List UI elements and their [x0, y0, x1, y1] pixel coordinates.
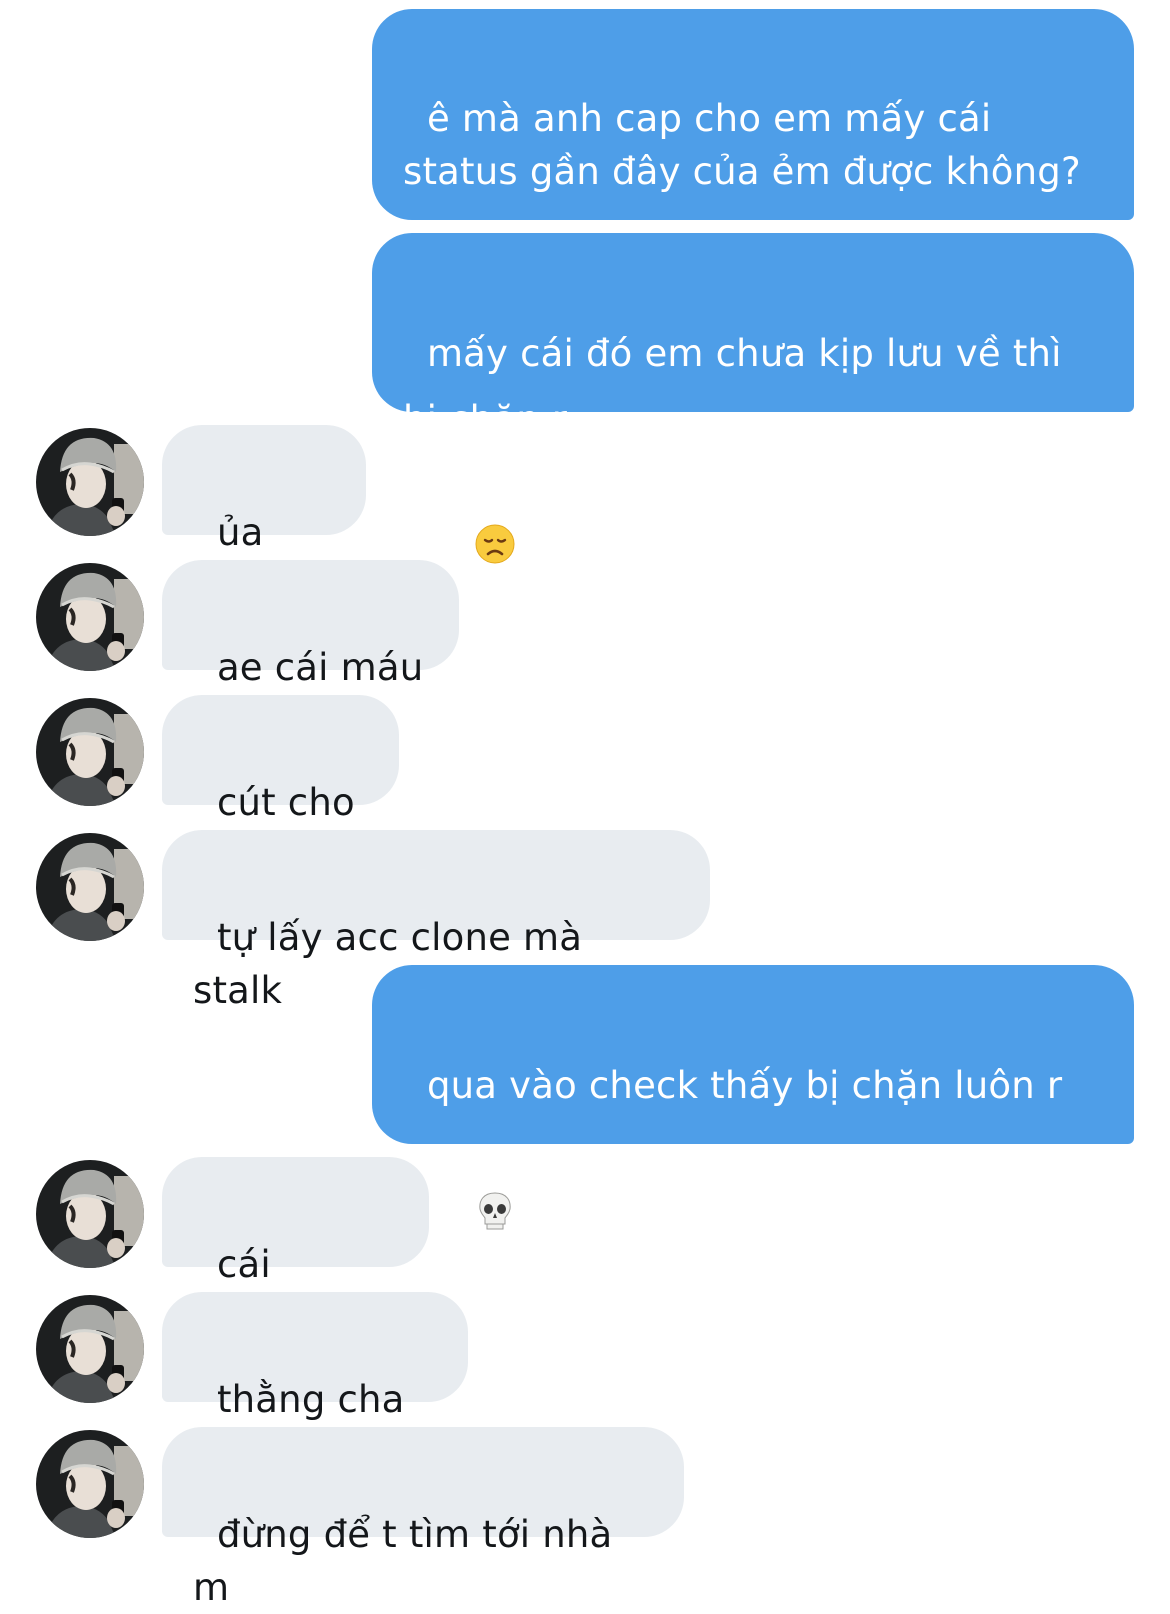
message-text: qua vào check thấy bị chặn luôn r	[426, 1064, 1063, 1107]
sent-message[interactable]: qua vào check thấy bị chặn luôn r	[372, 965, 1134, 1230]
avatar[interactable]	[36, 428, 144, 536]
received-message[interactable]: cái dmmm	[162, 1157, 429, 1339]
skull-icon	[427, 1119, 515, 1317]
received-message[interactable]: tự lấy acc clone mà stalk	[162, 830, 710, 1012]
received-message[interactable]: đừng để t tìm tới nhà m	[162, 1427, 684, 1609]
avatar[interactable]	[36, 1430, 144, 1538]
received-message[interactable]: ủa dm?	[162, 425, 366, 607]
avatar[interactable]	[36, 833, 144, 941]
received-message[interactable]: thằng cha m	[162, 1292, 468, 1474]
avatar[interactable]	[36, 1295, 144, 1403]
sent-message[interactable]: mấy cái đó em chưa kịp lưu về thì bị chặ…	[372, 233, 1134, 564]
received-message[interactable]: cút cho t	[162, 695, 399, 877]
conversation: { "conversation": { "messages": [ { "sen…	[0, 0, 1170, 1609]
avatar[interactable]	[36, 563, 144, 671]
avatar[interactable]	[36, 1160, 144, 1268]
sent-message[interactable]: ê mà anh cap cho em mấy cái status gần đ…	[372, 9, 1134, 220]
message-text: mấy cái đó em chưa kịp lưu về thì bị chặ…	[403, 332, 1074, 441]
message-text: đừng để t tìm tới nhà m	[193, 1513, 625, 1609]
avatar[interactable]	[36, 698, 144, 806]
received-message[interactable]: ae cái máu l	[162, 560, 459, 742]
message-text: ê mà anh cap cho em mấy cái status gần đ…	[403, 97, 1081, 193]
